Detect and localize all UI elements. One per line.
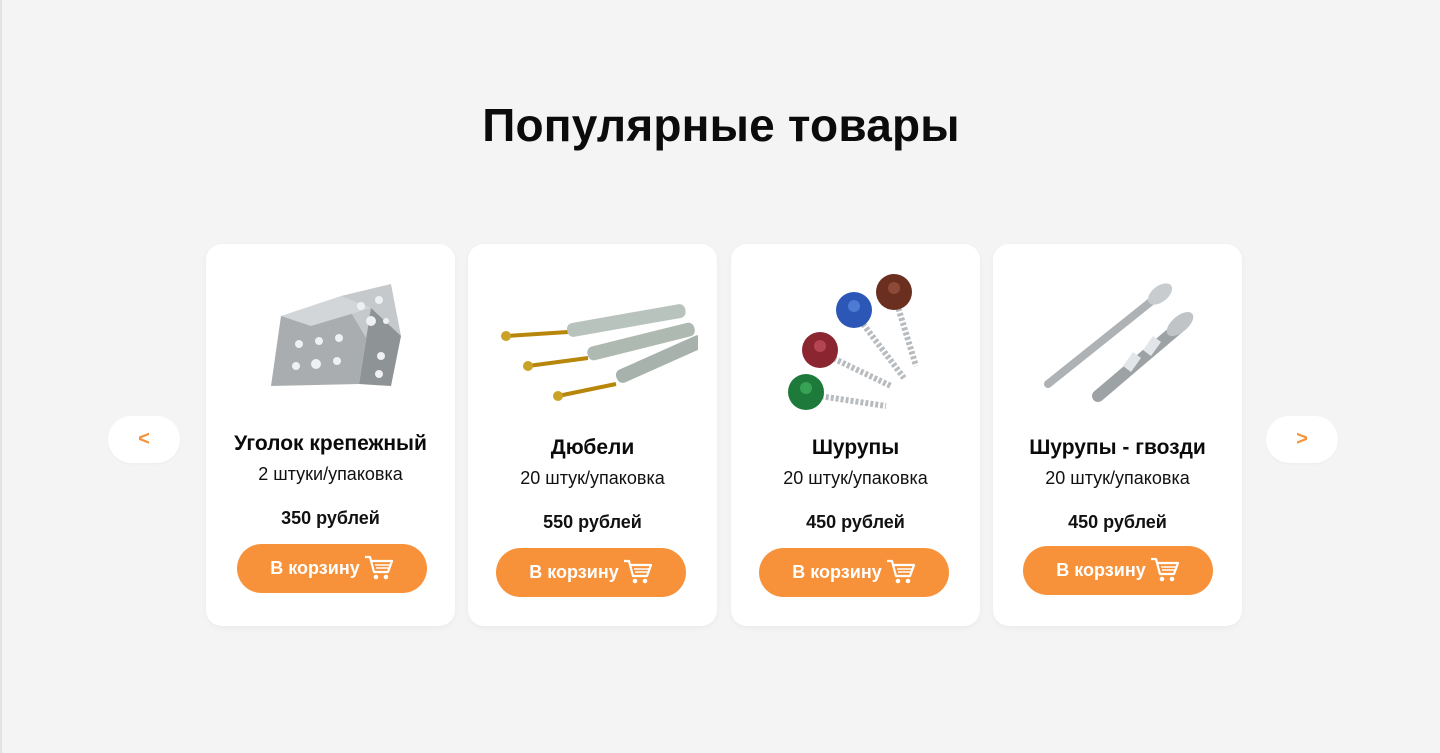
cart-icon: [886, 559, 915, 583]
angle-bracket-image: [206, 266, 455, 426]
add-to-cart-label: В корзину: [529, 562, 619, 582]
product-card: Уголок крепежный 2 штуки/упаковка 350 ру…: [206, 244, 455, 626]
add-to-cart-label: В корзину: [270, 558, 360, 578]
anchor-screw-nails-image: [993, 266, 1242, 426]
product-name: Шурупы: [811, 436, 900, 459]
add-to-cart-button[interactable]: В корзину: [496, 548, 686, 597]
product-name: Дюбели: [550, 436, 635, 459]
dowels-image: [468, 266, 717, 426]
add-to-cart-button[interactable]: В корзину: [759, 548, 949, 597]
add-to-cart-button[interactable]: В корзину: [237, 544, 427, 593]
product-pack: 20 штук/упаковка: [520, 468, 665, 488]
add-to-cart-label: В корзину: [1056, 560, 1146, 580]
product-price: 350 рублей: [281, 508, 380, 528]
product-card: Дюбели 20 штук/упаковка 550 рублей В кор…: [468, 244, 717, 626]
product-price: 550 рублей: [543, 512, 642, 532]
chevron-left-icon: <: [138, 428, 150, 450]
cart-icon: [364, 555, 393, 579]
product-name: Шурупы - гвозди: [1029, 436, 1206, 459]
add-to-cart-label: В корзину: [792, 562, 882, 582]
add-to-cart-button[interactable]: В корзину: [1023, 546, 1213, 595]
product-price: 450 рублей: [1068, 512, 1167, 532]
product-card: Шурупы 20 штук/упаковка 450 рублей В кор…: [731, 244, 980, 626]
product-name: Уголок крепежный: [234, 432, 427, 455]
cart-icon: [1150, 557, 1179, 581]
chevron-right-icon: >: [1296, 428, 1308, 450]
product-price: 450 рублей: [806, 512, 905, 532]
cart-icon: [623, 559, 652, 583]
product-card: Шурупы - гвозди 20 штук/упаковка 450 руб…: [993, 244, 1242, 626]
product-pack: 20 штук/упаковка: [1045, 468, 1190, 488]
carousel-prev-button[interactable]: <: [108, 416, 180, 463]
carousel-next-button[interactable]: >: [1266, 416, 1338, 463]
roofing-screws-image: [731, 266, 980, 426]
page-title: Популярные товары: [482, 99, 960, 151]
product-pack: 2 штуки/упаковка: [258, 464, 403, 484]
product-pack: 20 штук/упаковка: [783, 468, 928, 488]
